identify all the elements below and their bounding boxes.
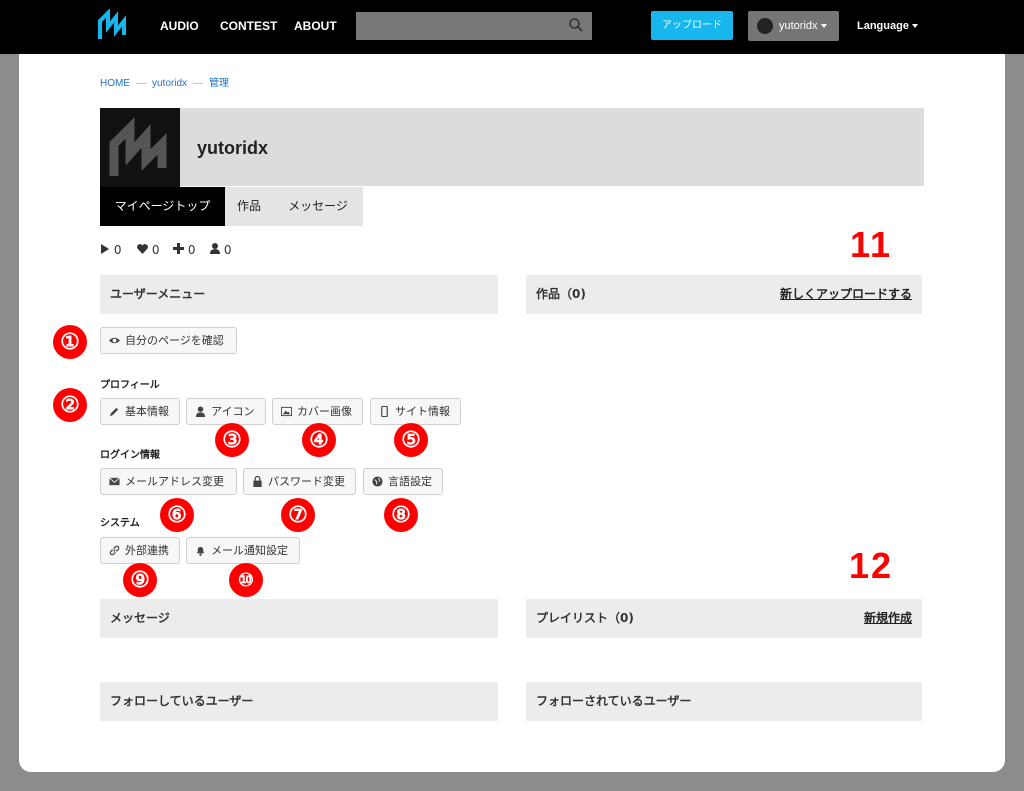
login-section-label: ログイン情報: [100, 450, 160, 461]
annotation-12: 12: [849, 545, 894, 586]
site-info-label: サイト情報: [395, 405, 450, 418]
nav-contest-link[interactable]: CONTEST: [220, 19, 277, 33]
profile-logo-icon: [109, 117, 167, 176]
breadcrumb-home[interactable]: HOME: [100, 78, 130, 89]
language-settings-button[interactable]: 言語設定: [363, 468, 443, 495]
envelope-icon: [109, 477, 120, 486]
messages-header: メッセージ: [100, 599, 498, 638]
profile-avatar: [100, 108, 180, 187]
annotation-10: ⑩: [229, 563, 263, 597]
create-playlist-link[interactable]: 新規作成: [864, 599, 912, 638]
icon-button[interactable]: アイコン: [186, 398, 266, 425]
breadcrumb-user[interactable]: yutoridx: [152, 78, 187, 89]
tab-messages[interactable]: メッセージ: [273, 187, 363, 226]
globe-icon: [372, 476, 383, 487]
external-links-button[interactable]: 外部連携: [100, 537, 180, 564]
basic-info-button[interactable]: 基本情報: [100, 398, 180, 425]
eye-icon: [109, 337, 120, 344]
stat-adds: 0: [187, 243, 196, 257]
user-menu-name: yutoridx: [779, 20, 818, 32]
works-title: 作品（0): [536, 287, 586, 301]
mobile-icon: [381, 406, 388, 417]
user-icon: [210, 243, 220, 254]
heart-icon: [137, 244, 148, 254]
annotation-4: ④: [302, 423, 336, 457]
email-notification-label: メール通知設定: [211, 544, 288, 557]
upload-button[interactable]: アップロード: [651, 11, 733, 40]
language-settings-label: 言語設定: [388, 475, 432, 488]
search-icon[interactable]: [568, 17, 584, 33]
breadcrumb-manage[interactable]: 管理: [209, 78, 229, 89]
profile-username: yutoridx: [197, 138, 269, 158]
following-title: フォローしているユーザー: [110, 694, 254, 708]
site-logo-icon[interactable]: [98, 9, 132, 41]
change-password-label: パスワード変更: [268, 475, 345, 488]
playlist-title: プレイリスト（0): [536, 611, 634, 625]
lock-icon: [253, 476, 262, 487]
stat-followers: 0: [223, 243, 232, 257]
user-menu-button[interactable]: yutoridx: [748, 11, 839, 41]
cover-image-button[interactable]: カバー画像: [272, 398, 363, 425]
user-menu-header: ユーザーメニュー: [100, 275, 498, 314]
followers-header: フォローされているユーザー: [526, 682, 922, 721]
email-notification-button[interactable]: メール通知設定: [186, 537, 300, 564]
following-header: フォローしているユーザー: [100, 682, 498, 721]
external-links-label: 外部連携: [125, 544, 169, 557]
annotation-3: ③: [215, 423, 249, 457]
link-icon: [109, 545, 120, 556]
nav-audio-link[interactable]: AUDIO: [160, 19, 199, 33]
plus-icon: [173, 243, 184, 254]
change-password-button[interactable]: パスワード変更: [243, 468, 356, 495]
annotation-2: ②: [53, 388, 87, 422]
site-info-button[interactable]: サイト情報: [370, 398, 461, 425]
view-my-page-button[interactable]: 自分のページを確認: [100, 327, 237, 354]
works-header: 作品（0) 新しくアップロードする: [526, 275, 922, 314]
messages-title: メッセージ: [110, 611, 170, 625]
user-menu-title: ユーザーメニュー: [110, 287, 206, 301]
chevron-down-icon: [820, 24, 827, 29]
chevron-down-icon: [911, 24, 918, 29]
profile-section-label: プロフィール: [100, 380, 160, 391]
system-section-label: システム: [100, 518, 140, 529]
view-my-page-label: 自分のページを確認: [125, 334, 224, 347]
image-icon: [281, 406, 292, 417]
annotation-8: ⑧: [384, 498, 418, 532]
playlist-header: プレイリスト（0) 新規作成: [526, 599, 922, 638]
stat-likes: 0: [151, 243, 160, 257]
search-input[interactable]: [356, 12, 592, 40]
cover-image-label: カバー画像: [297, 405, 352, 418]
language-dropdown[interactable]: Language: [857, 20, 918, 32]
basic-info-label: 基本情報: [125, 405, 169, 418]
user-avatar-icon: [757, 18, 773, 34]
annotation-11: 11: [850, 224, 893, 265]
annotation-1: ①: [53, 325, 87, 359]
bell-icon: [196, 546, 205, 556]
top-navbar: AUDIO CONTEST ABOUT アップロード yutoridx Lang…: [0, 0, 1024, 54]
play-icon: [101, 244, 109, 254]
language-label: Language: [857, 20, 909, 32]
change-email-label: メールアドレス変更: [125, 475, 224, 488]
tab-mypage-top[interactable]: マイページトップ: [100, 187, 225, 226]
icon-label: アイコン: [211, 405, 255, 418]
upload-new-link[interactable]: 新しくアップロードする: [780, 275, 912, 314]
stat-plays: 0: [113, 243, 122, 257]
annotation-7: ⑦: [281, 498, 315, 532]
annotation-9: ⑨: [123, 563, 157, 597]
user-icon: [195, 406, 206, 417]
change-email-button[interactable]: メールアドレス変更: [100, 468, 237, 495]
breadcrumb: HOME — yutoridx — 管理: [100, 78, 230, 89]
nav-about-link[interactable]: ABOUT: [294, 19, 337, 33]
pencil-icon: [109, 407, 119, 417]
annotation-6: ⑥: [160, 498, 194, 532]
tab-works[interactable]: 作品: [225, 187, 273, 226]
followers-title: フォローされているユーザー: [536, 694, 692, 708]
annotation-5: ⑤: [394, 423, 428, 457]
